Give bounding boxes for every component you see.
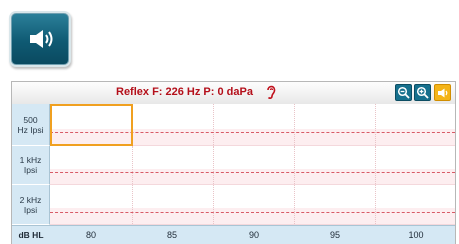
- reflex-panel: Reflex F: 226 Hz P: 0 daPa 500 Hz Ipsi 1…: [11, 81, 456, 244]
- speaker-icon: [30, 30, 53, 48]
- zoom-out-button[interactable]: [395, 84, 412, 101]
- axis-unit-label: dB HL: [18, 230, 44, 240]
- speaker-toggle-button[interactable]: [434, 84, 451, 101]
- selected-cell[interactable]: [50, 104, 133, 146]
- row-label-line2: Ipsi: [23, 204, 38, 215]
- row-label-500hz-ipsi: 500 Hz Ipsi: [12, 104, 50, 146]
- grid-line: [132, 146, 133, 184]
- grid-line: [294, 146, 295, 184]
- row-label-line1: 2 kHz: [19, 194, 42, 205]
- grid-line: [375, 146, 376, 184]
- speaker-button[interactable]: [11, 13, 69, 65]
- axis-tick-label: 80: [85, 230, 96, 240]
- axis-tick-label: 95: [329, 230, 340, 240]
- zoom-in-icon: [416, 86, 429, 99]
- grid-line: [213, 146, 214, 184]
- axis-tick-label: 100: [408, 230, 424, 240]
- axis-tick-label: 90: [248, 230, 259, 240]
- reflex-row-2khz-ipsi[interactable]: [50, 185, 455, 225]
- panel-header: Reflex F: 226 Hz P: 0 daPa: [12, 82, 455, 105]
- threshold-line: [50, 212, 455, 213]
- row-label-line1: 500: [23, 114, 38, 125]
- threshold-line: [50, 172, 455, 173]
- panel-title: Reflex F: 226 Hz P: 0 daPa: [116, 86, 253, 98]
- grid-line: [375, 104, 376, 145]
- plot-upper-area: [50, 185, 455, 209]
- grid-line: [375, 185, 376, 224]
- axis-tick-label: 85: [166, 230, 177, 240]
- grid-line: [213, 104, 214, 145]
- row-label-line2: Ipsi: [23, 165, 38, 175]
- reflex-view: Reflex F: 226 Hz P: 0 daPa 500 Hz Ipsi 1…: [0, 0, 459, 244]
- grid-line: [294, 185, 295, 224]
- row-label-1khz-ipsi: 1 kHz Ipsi: [12, 146, 50, 185]
- zoom-out-icon: [397, 86, 410, 99]
- zoom-in-button[interactable]: [414, 84, 431, 101]
- intensity-axis: dB HL 80 85 90 95 100: [12, 225, 455, 244]
- row-label-line1: 1 kHz: [19, 155, 42, 165]
- grid-line: [132, 185, 133, 224]
- row-label-2khz-ipsi: 2 kHz Ipsi: [12, 185, 50, 225]
- speaker-icon: [438, 88, 448, 97]
- ear-icon: [267, 85, 276, 100]
- row-label-line2: Hz Ipsi: [17, 124, 44, 135]
- grid-line: [294, 104, 295, 145]
- grid-line: [213, 185, 214, 224]
- reflex-row-1khz-ipsi[interactable]: [50, 146, 455, 185]
- plot-upper-area: [50, 146, 455, 169]
